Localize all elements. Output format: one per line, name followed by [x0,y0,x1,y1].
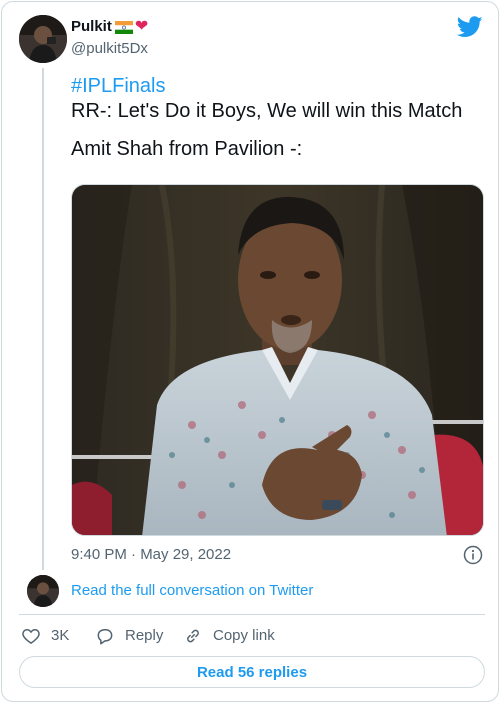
copy-link-label: Copy link [213,627,275,644]
heart-emoji-icon: ❤ [134,18,149,35]
conversation-avatar [27,575,59,607]
author-name[interactable]: Pulkit ❤ [71,17,148,37]
copy-link-button[interactable]: Copy link [183,626,275,646]
author-avatar[interactable] [19,15,67,63]
like-button[interactable]: 3K [21,626,69,646]
read-replies-label: Read 56 replies [196,663,308,681]
heart-outline-icon [22,628,40,644]
india-flag-icon [114,20,133,34]
divider [19,614,485,615]
reply-label: Reply [125,627,164,644]
twitter-bird-icon[interactable] [457,16,483,38]
read-conversation-link[interactable]: Read the full conversation on Twitter [71,581,313,601]
reply-button[interactable]: Reply [95,626,163,646]
tweet-timestamp[interactable]: 9:40 PM · May 29, 2022 [71,545,231,565]
link-icon [187,629,199,643]
author-name-text: Pulkit [71,18,112,35]
tweet-line-2: Amit Shah from Pavilion -: [71,138,303,160]
reply-bubble-icon [97,629,113,645]
tweet-photo[interactable] [71,184,484,536]
author-handle[interactable]: @pulkit5Dx [71,39,148,59]
hashtag-link[interactable]: #IPLFinals [71,74,491,99]
info-icon[interactable] [463,545,483,565]
like-count: 3K [51,627,70,644]
thread-line [42,68,44,570]
photo-illustration [72,185,483,535]
tweet-line-1: RR-: Let's Do it Boys, We will win this … [71,100,463,122]
tweet-text: #IPLFinals RR-: Let's Do it Boys, We wil… [71,74,491,162]
read-replies-button[interactable]: Read 56 replies [19,656,485,688]
tweet-embed-card: Pulkit ❤ @pulkit5Dx #IPLFinals RR-: Let'… [1,1,499,702]
